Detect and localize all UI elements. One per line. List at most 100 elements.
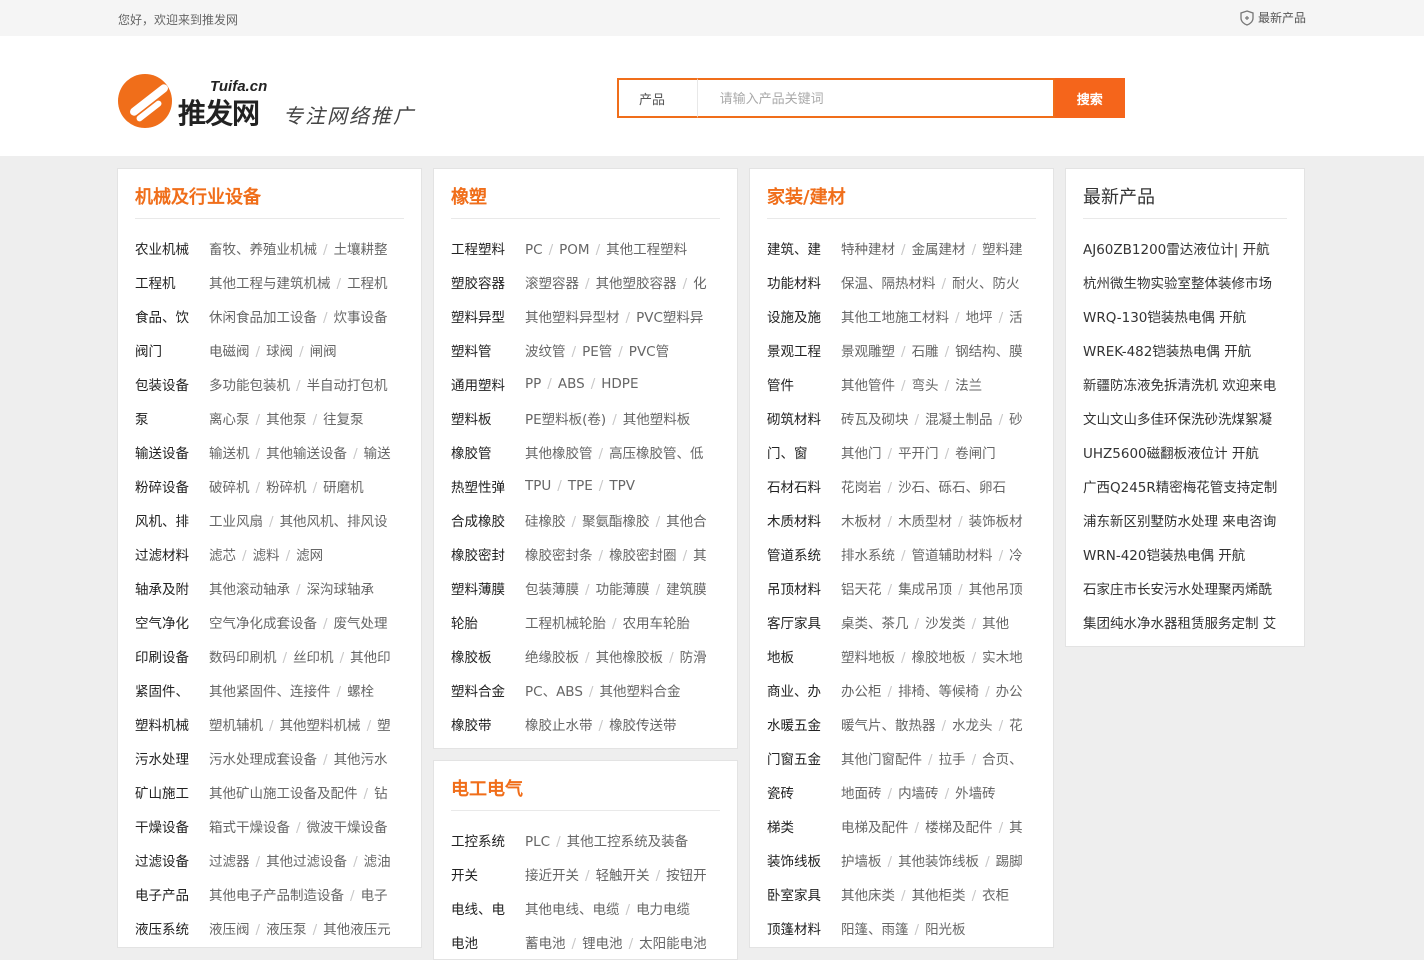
subcategory-link[interactable]: 农用车轮胎 [623, 616, 691, 632]
subcategory-link[interactable]: 工业风扇 [209, 514, 263, 530]
category-link[interactable]: 橡胶管 [451, 442, 525, 462]
subcategory-link[interactable]: 离心泵 [209, 412, 250, 428]
subcategory-link[interactable]: 地坪 [966, 310, 993, 326]
subcategory-link[interactable]: 水龙头 [952, 718, 993, 734]
subcategory-link[interactable]: 包装薄膜 [525, 582, 579, 598]
subcategory-link[interactable]: 滤网 [296, 548, 323, 564]
category-link[interactable]: 装饰线板 [767, 850, 841, 870]
subcategory-link[interactable]: 砖瓦及砌块 [841, 412, 909, 428]
subcategory-link[interactable]: POM [559, 242, 589, 258]
subcategory-link[interactable]: TPV [609, 478, 635, 494]
subcategory-link[interactable]: ABS [558, 376, 585, 392]
subcategory-link[interactable]: 其他矿山施工设备及配件 [209, 786, 358, 802]
subcategory-link[interactable]: 橡胶地板 [912, 650, 966, 666]
category-link[interactable]: 阀门 [135, 340, 209, 360]
subcategory-link[interactable]: 橡胶止水带 [525, 718, 593, 734]
category-link[interactable]: 梯类 [767, 816, 841, 836]
subcategory-link[interactable]: PP [525, 376, 541, 392]
subcategory-link[interactable]: 箱式干燥设备 [209, 820, 290, 836]
subcategory-link[interactable]: 橡胶密封圈 [609, 548, 677, 564]
category-link[interactable]: 开关 [451, 864, 525, 884]
subcategory-link[interactable]: 往复泵 [323, 412, 364, 428]
category-link[interactable]: 门、窗 [767, 442, 841, 462]
category-link[interactable]: 空气净化 [135, 612, 209, 632]
subcategory-link[interactable]: 特种建材 [841, 242, 895, 258]
latest-product-link[interactable]: WRQ-130铠装热电偶 开航 [1083, 306, 1246, 326]
latest-product-link[interactable]: WRN-420铠装热电偶 开航 [1083, 544, 1245, 564]
subcategory-link[interactable]: 电磁阀 [209, 344, 250, 360]
subcategory-link[interactable]: 螺栓 [347, 684, 374, 700]
search-button[interactable]: 搜索 [1054, 78, 1125, 118]
category-link[interactable]: 塑料管 [451, 340, 525, 360]
subcategory-link[interactable]: 球阀 [266, 344, 293, 360]
category-link[interactable]: 包装设备 [135, 374, 209, 394]
subcategory-link[interactable]: 液压泵 [266, 922, 307, 938]
category-link[interactable]: 地板 [767, 646, 841, 666]
subcategory-link[interactable]: PC、ABS [525, 684, 583, 700]
subcategory-link[interactable]: 排椅、等候椅 [898, 684, 979, 700]
subcategory-link[interactable]: 保温、隔热材料 [841, 276, 936, 292]
subcategory-link[interactable]: 砂 [1009, 412, 1023, 428]
subcategory-link[interactable]: 闸阀 [310, 344, 337, 360]
subcategory-link[interactable]: 卷闸门 [955, 446, 996, 462]
panel-title[interactable]: 机械及行业设备 [135, 183, 261, 209]
subcategory-link[interactable]: PE管 [582, 344, 612, 360]
subcategory-link[interactable]: 内墙砖 [898, 786, 939, 802]
subcategory-link[interactable]: 滤芯 [209, 548, 236, 564]
panel-title[interactable]: 橡塑 [451, 183, 487, 209]
category-link[interactable]: 塑料薄膜 [451, 578, 525, 598]
subcategory-link[interactable]: TPE [568, 478, 593, 494]
subcategory-link[interactable]: PVC管 [629, 344, 669, 360]
subcategory-link[interactable]: 其他风机、排风设 [280, 514, 388, 530]
category-link[interactable]: 水暖五金 [767, 714, 841, 734]
search-input[interactable] [696, 78, 1055, 118]
subcategory-link[interactable]: 石雕 [912, 344, 939, 360]
category-link[interactable]: 电子产品 [135, 884, 209, 904]
category-link[interactable]: 紧固件、 [135, 680, 209, 700]
subcategory-link[interactable]: 其他塑胶容器 [596, 276, 677, 292]
subcategory-link[interactable]: 滤料 [253, 548, 280, 564]
category-link[interactable]: 橡胶带 [451, 714, 525, 734]
category-link[interactable]: 污水处理 [135, 748, 209, 768]
category-link[interactable]: 热塑性弹 [451, 476, 525, 496]
subcategory-link[interactable]: PLC [525, 834, 550, 850]
latest-product-link[interactable]: 杭州微生物实验室整体装修市场 [1083, 272, 1272, 292]
category-link[interactable]: 砌筑材料 [767, 408, 841, 428]
subcategory-link[interactable]: 绝缘胶板 [525, 650, 579, 666]
category-link[interactable]: 设施及施 [767, 306, 841, 326]
category-link[interactable]: 石材石料 [767, 476, 841, 496]
category-link[interactable]: 风机、排 [135, 510, 209, 530]
subcategory-link[interactable]: 深沟球轴承 [307, 582, 375, 598]
subcategory-link[interactable]: 数码印刷机 [209, 650, 277, 666]
subcategory-link[interactable]: 其他床类 [841, 888, 895, 904]
subcategory-link[interactable]: 其 [1009, 820, 1023, 836]
category-link[interactable]: 管件 [767, 374, 841, 394]
latest-product-link[interactable]: 文山文山多佳环保洗砂洗煤絮凝 [1083, 408, 1272, 428]
category-link[interactable]: 塑料机械 [135, 714, 209, 734]
category-link[interactable]: 管道系统 [767, 544, 841, 564]
subcategory-link[interactable]: 接近开关 [525, 868, 579, 884]
category-link[interactable]: 橡胶密封 [451, 544, 525, 564]
subcategory-link[interactable]: 其他印 [350, 650, 391, 666]
category-link[interactable]: 顶篷材料 [767, 918, 841, 938]
category-link[interactable]: 建筑、建 [767, 238, 841, 258]
category-link[interactable]: 塑料异型 [451, 306, 525, 326]
subcategory-link[interactable]: 轻触开关 [596, 868, 650, 884]
subcategory-link[interactable]: 化 [693, 276, 707, 292]
subcategory-link[interactable]: 粉碎机 [266, 480, 307, 496]
category-link[interactable]: 工程机 [135, 272, 209, 292]
subcategory-link[interactable]: 建筑膜 [666, 582, 707, 598]
subcategory-link[interactable]: 耐火、防火 [952, 276, 1020, 292]
subcategory-link[interactable]: 塑料建 [982, 242, 1023, 258]
category-link[interactable]: 电线、电 [451, 898, 525, 918]
category-link[interactable]: 塑料合金 [451, 680, 525, 700]
subcategory-link[interactable]: 木板材 [841, 514, 882, 530]
category-link[interactable]: 液压系统 [135, 918, 209, 938]
subcategory-link[interactable]: PC [525, 242, 543, 258]
category-link[interactable]: 功能材料 [767, 272, 841, 292]
latest-products-link[interactable]: 最新产品 [1240, 9, 1306, 26]
subcategory-link[interactable]: 液压阀 [209, 922, 250, 938]
subcategory-link[interactable]: 拉手 [939, 752, 966, 768]
category-link[interactable]: 食品、饮 [135, 306, 209, 326]
subcategory-link[interactable]: 楼梯及配件 [925, 820, 993, 836]
